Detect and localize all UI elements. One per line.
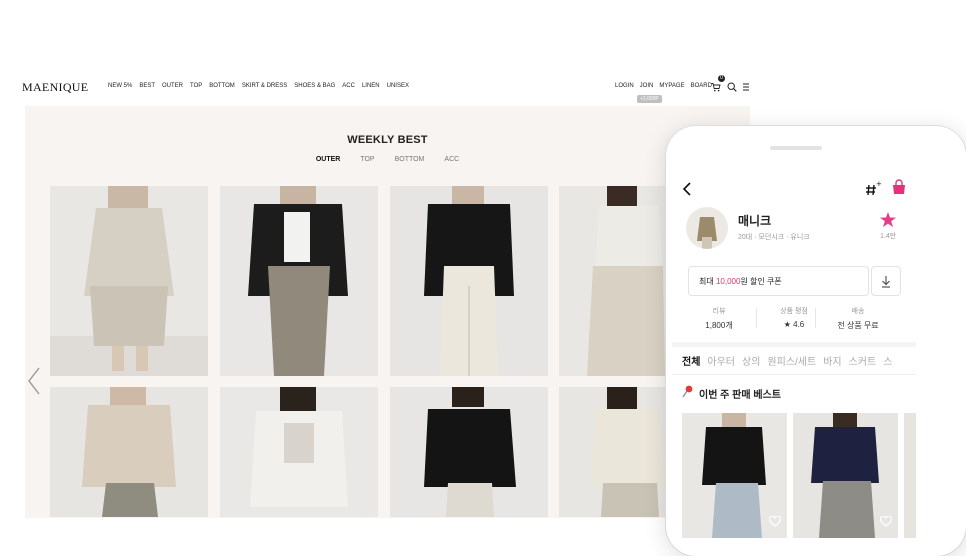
category-tab-outer[interactable]: 아우터 (707, 353, 735, 368)
join-point-badge: +2,000P (637, 95, 662, 103)
coupon-download-button[interactable] (871, 266, 901, 296)
shopping-bag-icon[interactable] (891, 179, 907, 200)
coupon-banner[interactable]: 최대 10,000원 할인 쿠폰 (688, 266, 869, 296)
category-tabs: 전체 아우터 상의 원피스/세트 바지 스커트 스 (682, 353, 892, 368)
favorite-count: 1.4만 (880, 233, 897, 240)
product-image[interactable] (559, 186, 665, 376)
top-navigation: MAENIQUE NEW 5% BEST OUTER TOP BOTTOM SK… (0, 78, 750, 96)
coupon-prefix: 최대 (699, 277, 716, 286)
stat-divider (756, 308, 757, 328)
cart-icon[interactable]: 0 (711, 75, 725, 92)
cart-count-badge: 0 (718, 75, 725, 82)
shop-name: 매니크 (738, 214, 772, 228)
coupon-amount: 10,000 (715, 277, 741, 286)
section-title: WEEKLY BEST (347, 134, 428, 146)
menu-item-unisex[interactable]: UNISEX (387, 83, 409, 89)
back-arrow-icon[interactable] (682, 182, 692, 201)
product-image[interactable] (220, 186, 378, 376)
app-screen: + 매니크 20대 · 모던시크 · 유니크 1.4만 최대 10,000원 할… (672, 172, 916, 543)
stat-divider (815, 308, 816, 328)
main-menu: NEW 5% BEST OUTER TOP BOTTOM SKIRT & DRE… (108, 83, 409, 89)
section-divider (672, 342, 916, 347)
stat-value: ★ 4.6 (783, 320, 805, 329)
product-image[interactable] (50, 186, 208, 376)
weekly-best-tabs: OUTER TOP BOTTOM ACC (25, 156, 750, 163)
weekly-best-title: 이번 주 판매 베스트 (699, 390, 781, 401)
pin-icon (682, 385, 694, 403)
menu-item-best[interactable]: BEST (139, 83, 155, 89)
tab-outer[interactable]: OUTER (316, 156, 341, 163)
join-link[interactable]: JOIN (640, 83, 654, 89)
login-link[interactable]: LOGIN (615, 83, 634, 89)
menu-icon[interactable] (743, 79, 753, 91)
stat-delivery: 배송 전 상품 무료 (823, 306, 893, 331)
category-tab-all[interactable]: 전체 (682, 353, 700, 368)
category-tab-more[interactable]: 스 (883, 353, 892, 368)
utility-menu: LOGIN JOIN MYPAGE BOARD (615, 83, 712, 89)
download-icon (882, 276, 890, 288)
search-icon[interactable] (727, 79, 737, 92)
shop-tags: 20대 · 모던시크 · 유니크 (738, 234, 810, 241)
app-product-image[interactable] (793, 413, 898, 538)
product-image[interactable] (390, 387, 548, 517)
category-tab-top[interactable]: 상의 (742, 353, 760, 368)
category-tab-dress-set[interactable]: 원피스/세트 (767, 353, 816, 368)
menu-item-shoes-bag[interactable]: SHOES & BAG (294, 83, 335, 89)
category-tab-pants[interactable]: 바지 (823, 353, 841, 368)
menu-item-outer[interactable]: OUTER (162, 83, 183, 89)
product-image[interactable] (220, 387, 378, 517)
board-link[interactable]: BOARD (691, 83, 712, 89)
site-logo[interactable]: MAENIQUE (22, 80, 88, 95)
app-product-image[interactable] (904, 413, 916, 538)
menu-item-new[interactable]: NEW 5% (108, 83, 132, 89)
menu-item-bottom[interactable]: BOTTOM (209, 83, 235, 89)
carousel-prev-arrow-icon[interactable] (27, 366, 41, 401)
shop-avatar (686, 207, 728, 249)
coupon-suffix: 원 할인 쿠폰 (740, 277, 782, 286)
hashtag-icon[interactable]: + (865, 180, 882, 201)
svg-text:+: + (876, 180, 881, 188)
stat-label: 배송 (851, 308, 865, 315)
stat-label: 리뷰 (712, 308, 726, 315)
favorite-star-icon[interactable] (880, 212, 896, 232)
nav-icons: 0 (711, 75, 753, 92)
product-image[interactable] (50, 387, 208, 517)
stat-value: 전 상품 무료 (837, 321, 879, 330)
wishlist-heart-icon[interactable] (879, 514, 893, 532)
product-image[interactable] (390, 186, 548, 376)
app-product-image[interactable] (682, 413, 787, 538)
menu-item-linen[interactable]: LINEN (362, 83, 380, 89)
stat-reviews: 리뷰 1,800개 (684, 306, 754, 331)
tab-underline (672, 374, 916, 375)
menu-item-skirt-dress[interactable]: SKIRT & DRESS (242, 83, 287, 89)
tab-top[interactable]: TOP (360, 156, 374, 163)
wishlist-heart-icon[interactable] (768, 514, 782, 532)
tab-bottom[interactable]: BOTTOM (395, 156, 425, 163)
category-tab-skirt[interactable]: 스커트 (849, 353, 877, 368)
phone-speaker (770, 146, 822, 150)
tab-acc[interactable]: ACC (444, 156, 459, 163)
stat-value: 1,800개 (705, 321, 733, 330)
stat-label: 상품 평점 (780, 308, 808, 315)
menu-item-acc[interactable]: ACC (342, 83, 355, 89)
product-image[interactable] (559, 387, 665, 517)
stat-rating: 상품 평점 ★ 4.6 (759, 306, 829, 329)
menu-item-top[interactable]: TOP (190, 83, 202, 89)
mypage-link[interactable]: MYPAGE (659, 83, 684, 89)
